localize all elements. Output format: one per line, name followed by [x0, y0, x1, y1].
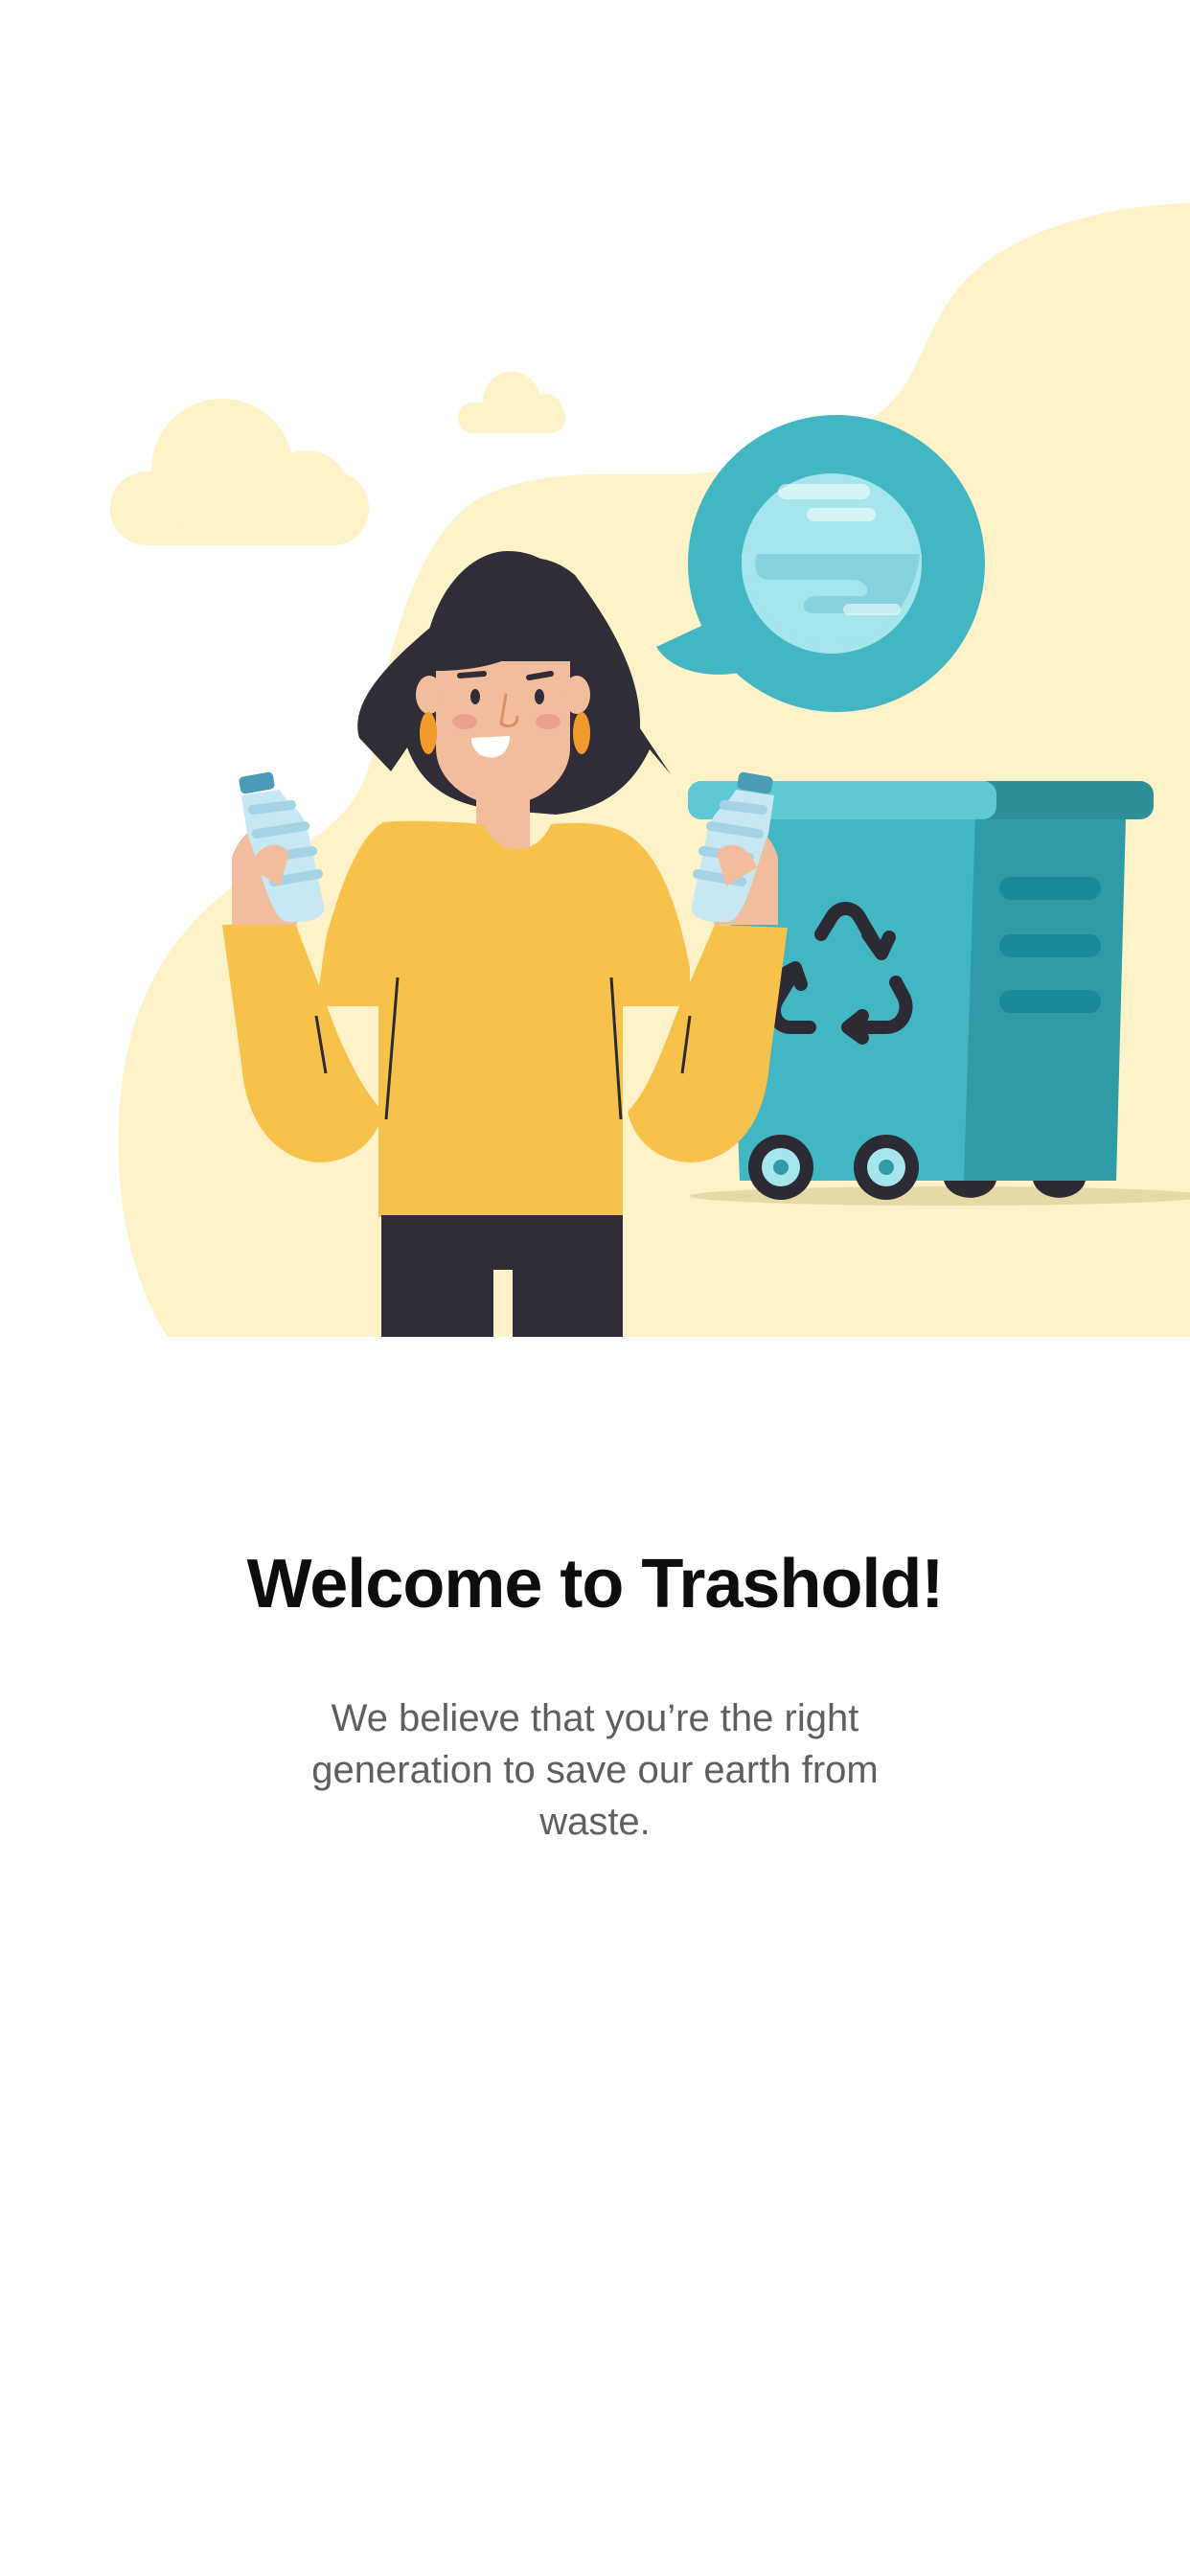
cloud-icon: [458, 372, 565, 433]
wheel: [854, 1135, 919, 1200]
welcome-subtitle: We believe that you’re the right generat…: [311, 1697, 879, 1843]
hero-illustration: [110, 203, 1190, 1337]
welcome-title: Welcome to Trashold!: [246, 1546, 945, 1622]
wheel: [748, 1135, 813, 1200]
cloud-icon: [110, 399, 369, 545]
globe-icon: [656, 415, 985, 712]
